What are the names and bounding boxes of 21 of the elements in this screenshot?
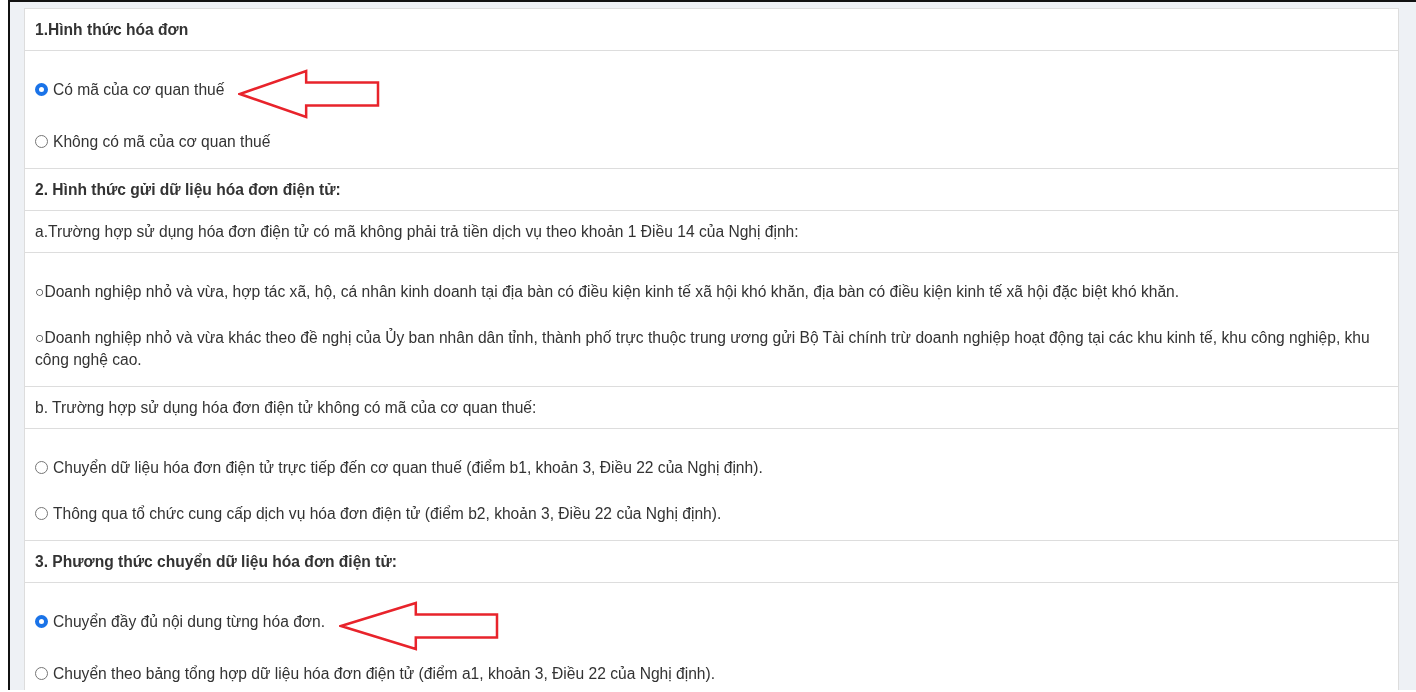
radio-button[interactable] [35,461,48,474]
option-label: Có mã của cơ quan thuế [53,80,225,100]
radio-button[interactable] [35,507,48,520]
arrow-icon [339,601,500,651]
arrow-icon [238,69,381,119]
radio-button[interactable] [35,615,48,628]
option-label: Thông qua tổ chức cung cấp dịch vụ hóa đơn điện tử (điểm b2, khoản 3, Điều 22 của Nghị định). [53,504,722,524]
section-subheading: b. Trường hợp sử dụng hóa đơn điện tử không có mã của cơ quan thuế: [35,397,538,418]
radio-button[interactable] [35,135,48,148]
section-heading: 2. Hình thức gửi dữ liệu hóa đơn điện tử: [35,179,342,200]
section-heading: 1.Hình thức hóa đơn [35,19,190,40]
radio-button[interactable] [35,667,48,680]
radio-button[interactable] [35,83,48,96]
option-label: ○Doanh nghiệp nhỏ và vừa khác theo đề nghị của Ủy ban nhân dân tỉnh, thành phố trực thuộc trung ương gửi Bộ Tài chính trừ doanh nghiệp hoạt động tại các khu kinh tế, khu công nghiệp, khu công nghệ cao. [35,327,1371,370]
option-label: Chuyển dữ liệu hóa đơn điện tử trực tiếp đến cơ quan thuế (điểm b1, khoản 3, Điều 22 của Nghị định). [53,458,763,478]
option-label: Không có mã của cơ quan thuế [53,132,271,152]
section-heading: 3. Phương thức chuyển dữ liệu hóa đơn điện tử: [35,551,398,572]
option-label: Chuyển đầy đủ nội dung từng hóa đơn. [53,612,326,632]
option-label: ○Doanh nghiệp nhỏ và vừa, hợp tác xã, hộ, cá nhân kinh doanh tại địa bàn có điều kiện kinh tế xã hội khó khăn, địa bàn có điều kiện kinh tế xã hội đặc biệt khó khăn. [35,282,1180,302]
section-subheading: a.Trường hợp sử dụng hóa đơn điện tử có mã không phải trả tiền dịch vụ theo khoản 1 Điều 14 của Nghị định: [35,221,800,242]
option-label: Chuyển theo bảng tổng hợp dữ liệu hóa đơn điện tử (điểm a1, khoản 3, Điều 22 của Nghị định). [53,664,716,684]
